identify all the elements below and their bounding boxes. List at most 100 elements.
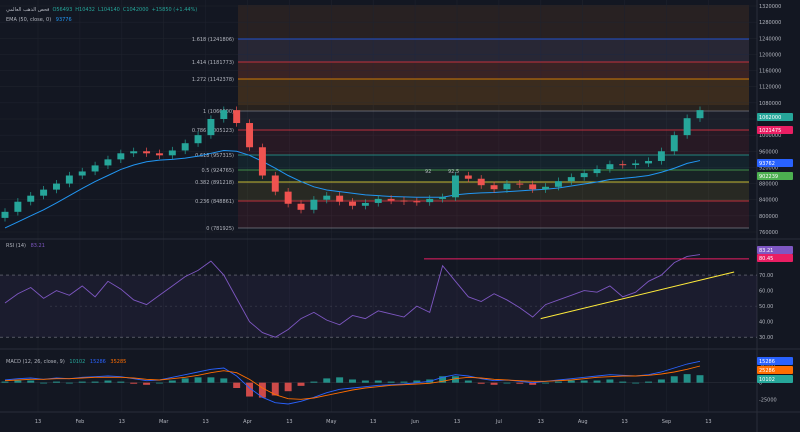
candle-body <box>503 183 511 190</box>
macd-badge: 15286 <box>759 359 775 365</box>
macd-legend-value-2: 15286 <box>90 359 106 365</box>
macd-histogram-bar <box>606 379 614 383</box>
price-tick-label: 960000 <box>759 149 778 155</box>
candle-body <box>258 147 266 176</box>
macd-histogram-bar <box>670 376 678 383</box>
time-tick-label: 13 <box>202 419 208 425</box>
macd-histogram-bar <box>181 378 189 383</box>
price-tick-label: 800000 <box>759 214 778 220</box>
time-tick-label: 13 <box>35 419 41 425</box>
macd-histogram-bar <box>1 381 9 383</box>
macd-histogram-bar <box>336 377 344 383</box>
legend-part-4: C1042000 <box>123 7 149 13</box>
macd-histogram-bar <box>155 382 163 384</box>
macd-histogram-bar <box>194 377 202 383</box>
candle-body <box>117 153 125 160</box>
price-tick-label: 1120000 <box>759 85 781 91</box>
rsi-tick-label: 50.00 <box>759 304 773 310</box>
time-tick-label: 13 <box>621 419 627 425</box>
macd-histogram-bar <box>220 378 228 383</box>
macd-histogram-bar <box>349 379 356 383</box>
candle-body <box>91 165 99 172</box>
rsi-tick-label: 70.00 <box>759 273 773 279</box>
annotation-92: 92 <box>425 169 431 175</box>
rsi-tick-label: 30.00 <box>759 335 773 341</box>
candle-body <box>27 195 35 202</box>
candle-body <box>284 191 292 204</box>
time-tick-label: Mar <box>159 419 169 425</box>
candle-body <box>53 183 60 190</box>
time-tick-label: Apr <box>243 419 253 425</box>
macd-legend-label: MACD (12, 26, close, 9) <box>6 359 65 365</box>
candle-body <box>40 189 48 196</box>
price-tick-label: 1000000 <box>759 133 781 139</box>
candle-body <box>78 171 86 176</box>
legend-part-0: فحص الذهب العالمي <box>6 7 50 13</box>
price-tick-label: 760000 <box>759 230 778 236</box>
macd-histogram-bar <box>632 382 640 384</box>
fib-label: 1.414 (1181773) <box>192 60 234 66</box>
price-tick-label: 1320000 <box>759 4 781 10</box>
macd-histogram-bar <box>104 380 112 383</box>
candle-body <box>593 169 601 174</box>
fib-retracement[interactable]: 1.618 (1241806) 1.414 (1181773) 1.272 (114… <box>192 37 749 232</box>
candle-body <box>181 143 189 151</box>
macd-histogram-bar <box>657 379 665 383</box>
fib-zone <box>238 170 749 182</box>
candle-body <box>336 195 344 202</box>
fib-label: 1.618 (1241806) <box>192 37 234 43</box>
symbol-ohlc-legend: فحص الذهب العالمي O56493 H10432 L104140 C104… <box>6 7 197 13</box>
candle-body <box>567 177 575 182</box>
macd-histogram-bar <box>323 378 331 383</box>
macd-tick-label: -25000 <box>759 397 777 403</box>
candle-body <box>619 164 627 166</box>
time-tick-label: 13 <box>705 419 711 425</box>
time-tick-label: Sep <box>662 419 671 425</box>
fib-label: 0.5 (924765) <box>201 168 234 174</box>
rsi-legend-label: RSI (14) <box>6 243 26 249</box>
time-tick-label: Feb <box>75 419 84 425</box>
time-tick-label: May <box>326 419 336 425</box>
fib-label: 0 (781925) <box>206 226 234 232</box>
macd-histogram-bar <box>78 381 86 383</box>
price-badge: 93762 <box>759 161 775 167</box>
price-tick-label: 840000 <box>759 198 778 204</box>
time-tick-label: 13 <box>119 419 125 425</box>
macd-histogram-bar <box>14 380 22 383</box>
fib-zone <box>238 62 749 79</box>
candle-body <box>310 199 318 210</box>
candle-body <box>220 110 228 119</box>
chart[interactable]: 1.618 (1241806) 1.414 (1181773) 1.272 (114… <box>0 0 800 432</box>
candle-body <box>606 164 614 170</box>
macd-histogram-bar <box>490 382 498 385</box>
macd-histogram-bar <box>464 380 472 383</box>
macd-histogram-bar <box>207 377 215 383</box>
candle-body <box>426 198 434 203</box>
time-tick-label: Jun <box>410 419 419 425</box>
candle-body <box>554 181 562 187</box>
price-tick-label: 1080000 <box>759 101 781 107</box>
fib-zone <box>238 182 749 201</box>
fib-label: 1.272 (1142378) <box>192 77 234 83</box>
rsi-badge: 80.45 <box>759 256 773 262</box>
macd-badge: 10102 <box>759 377 775 383</box>
macd-histogram-bar <box>297 382 305 386</box>
candle-body <box>696 110 704 119</box>
price-tick-label: 880000 <box>759 182 778 188</box>
rsi-tick-label: 60.00 <box>759 289 773 295</box>
rsi-legend-value: 83.21 <box>31 243 45 249</box>
macd-histogram-bar <box>387 381 395 383</box>
fib-zone <box>238 155 749 170</box>
candle-body <box>361 202 369 206</box>
time-tick-label: 13 <box>538 419 544 425</box>
macd-histogram-bar <box>143 382 151 385</box>
legend-part-2: H10432 <box>75 7 95 13</box>
macd-histogram-bar <box>361 380 369 383</box>
candle-body <box>413 201 421 203</box>
candle-body <box>168 150 176 156</box>
time-tick-label: 13 <box>454 419 460 425</box>
candle-body <box>490 185 498 190</box>
macd-histogram-bar <box>554 381 562 383</box>
macd-histogram-bar <box>580 380 588 383</box>
candle-body <box>297 203 305 210</box>
